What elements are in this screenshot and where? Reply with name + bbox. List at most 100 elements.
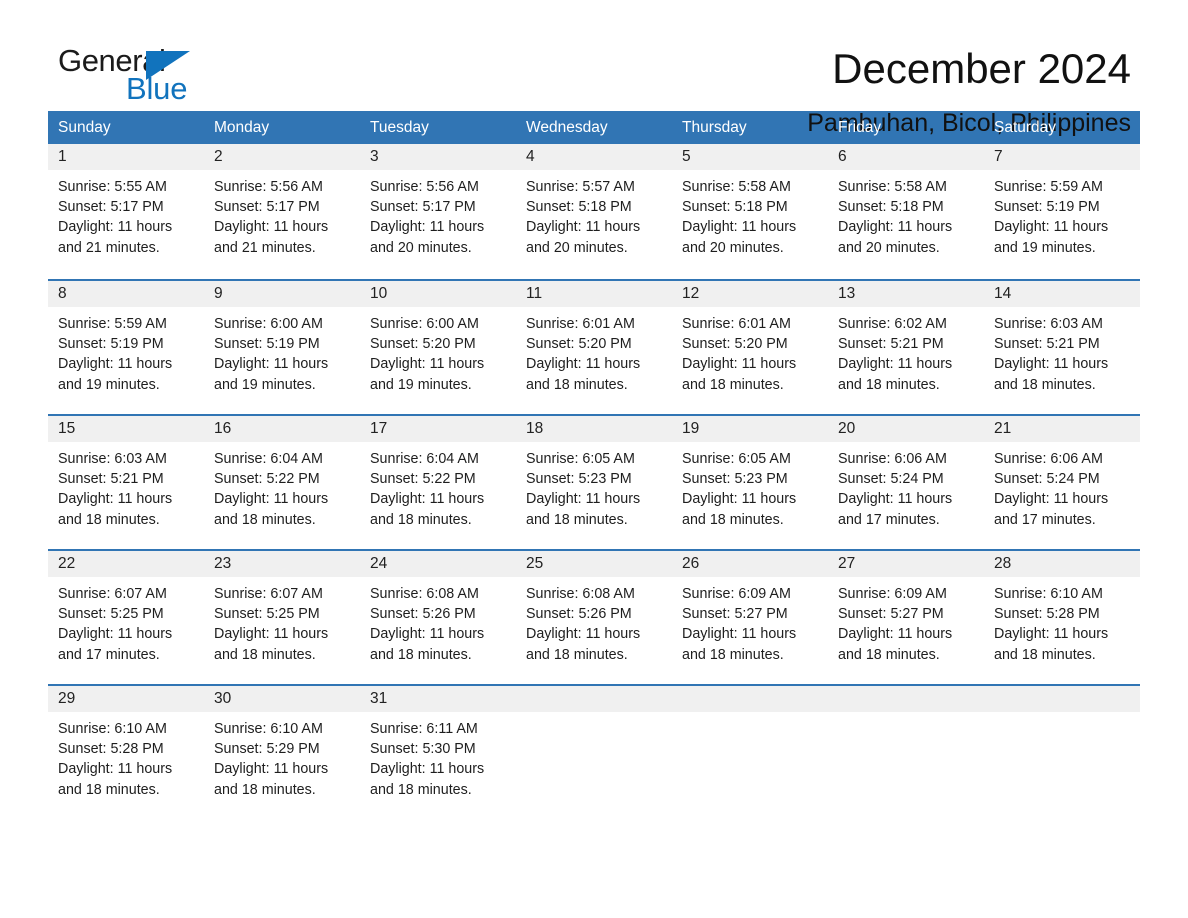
day-details: Sunrise: 6:00 AM Sunset: 5:19 PM Dayligh… — [214, 314, 350, 395]
daylight-text-line2: and 18 minutes. — [682, 646, 784, 663]
day-number: 27 — [828, 551, 984, 577]
daylight-text-line2: and 17 minutes. — [58, 646, 160, 663]
calendar-page: General Blue December 2024 Pambuhan, Bic… — [0, 0, 1188, 918]
day-cell[interactable]: 26 Sunrise: 6:09 AM Sunset: 5:27 PM Dayl… — [672, 551, 828, 684]
sunrise-text: Sunrise: 6:09 AM — [838, 586, 947, 602]
daylight-text-line2: and 21 minutes. — [58, 239, 160, 256]
sunset-text: Sunset: 5:20 PM — [682, 336, 788, 353]
day-cell[interactable]: 8 Sunrise: 5:59 AM Sunset: 5:19 PM Dayli… — [48, 281, 204, 414]
daylight-text-line1: Daylight: 11 hours — [370, 356, 485, 373]
day-number: 20 — [828, 416, 984, 442]
day-number: 3 — [360, 144, 516, 170]
day-cell[interactable]: 16 Sunrise: 6:04 AM Sunset: 5:22 PM Dayl… — [204, 416, 360, 549]
day-details: Sunrise: 5:56 AM Sunset: 5:17 PM Dayligh… — [214, 177, 350, 258]
day-cell[interactable]: 18 Sunrise: 6:05 AM Sunset: 5:23 PM Dayl… — [516, 416, 672, 549]
sunset-text: Sunset: 5:17 PM — [58, 199, 164, 216]
daylight-text-line2: and 18 minutes. — [994, 646, 1096, 663]
day-cell[interactable]: 20 Sunrise: 6:06 AM Sunset: 5:24 PM Dayl… — [828, 416, 984, 549]
day-cell[interactable]: 27 Sunrise: 6:09 AM Sunset: 5:27 PM Dayl… — [828, 551, 984, 684]
day-number: 26 — [672, 551, 828, 577]
sunrise-text: Sunrise: 6:00 AM — [214, 316, 323, 332]
sunrise-text: Sunrise: 6:05 AM — [682, 451, 791, 467]
day-details: Sunrise: 6:10 AM Sunset: 5:28 PM Dayligh… — [994, 584, 1130, 665]
daylight-text-line1: Daylight: 11 hours — [214, 626, 329, 643]
daylight-text-line1: Daylight: 11 hours — [370, 626, 485, 643]
daylight-text-line1: Daylight: 11 hours — [58, 356, 173, 373]
day-number: 1 — [48, 144, 204, 170]
page-header: General Blue December 2024 Pambuhan, Bic… — [48, 0, 1140, 138]
day-number: 10 — [360, 281, 516, 307]
day-details: Sunrise: 6:08 AM Sunset: 5:26 PM Dayligh… — [370, 584, 506, 665]
daylight-text-line2: and 18 minutes. — [214, 781, 316, 798]
day-details: Sunrise: 6:08 AM Sunset: 5:26 PM Dayligh… — [526, 584, 662, 665]
day-cell[interactable]: 9 Sunrise: 6:00 AM Sunset: 5:19 PM Dayli… — [204, 281, 360, 414]
day-details: Sunrise: 6:03 AM Sunset: 5:21 PM Dayligh… — [58, 449, 194, 530]
daylight-text-line1: Daylight: 11 hours — [526, 491, 641, 508]
day-cell[interactable]: 14 Sunrise: 6:03 AM Sunset: 5:21 PM Dayl… — [984, 281, 1140, 414]
sunset-text: Sunset: 5:19 PM — [994, 199, 1100, 216]
day-details: Sunrise: 6:10 AM Sunset: 5:29 PM Dayligh… — [214, 719, 350, 800]
day-cell[interactable]: 4 Sunrise: 5:57 AM Sunset: 5:18 PM Dayli… — [516, 144, 672, 279]
sunrise-text: Sunrise: 6:06 AM — [994, 451, 1103, 467]
weekday-header-row: Sunday Monday Tuesday Wednesday Thursday… — [48, 111, 1140, 144]
sunrise-text: Sunrise: 5:57 AM — [526, 179, 635, 195]
day-cell[interactable]: 1 Sunrise: 5:55 AM Sunset: 5:17 PM Dayli… — [48, 144, 204, 279]
day-number: 5 — [672, 144, 828, 170]
day-number: 21 — [984, 416, 1140, 442]
daylight-text-line1: Daylight: 11 hours — [994, 491, 1109, 508]
day-number: 18 — [516, 416, 672, 442]
day-cell[interactable]: 22 Sunrise: 6:07 AM Sunset: 5:25 PM Dayl… — [48, 551, 204, 684]
day-cell[interactable]: 28 Sunrise: 6:10 AM Sunset: 5:28 PM Dayl… — [984, 551, 1140, 684]
day-cell[interactable]: 3 Sunrise: 5:56 AM Sunset: 5:17 PM Dayli… — [360, 144, 516, 279]
sunset-text: Sunset: 5:20 PM — [370, 336, 476, 353]
day-cell[interactable]: 25 Sunrise: 6:08 AM Sunset: 5:26 PM Dayl… — [516, 551, 672, 684]
daylight-text-line1: Daylight: 11 hours — [370, 761, 485, 778]
day-cell[interactable]: 13 Sunrise: 6:02 AM Sunset: 5:21 PM Dayl… — [828, 281, 984, 414]
daylight-text-line1: Daylight: 11 hours — [214, 491, 329, 508]
day-cell[interactable]: 15 Sunrise: 6:03 AM Sunset: 5:21 PM Dayl… — [48, 416, 204, 549]
day-cell[interactable]: 24 Sunrise: 6:08 AM Sunset: 5:26 PM Dayl… — [360, 551, 516, 684]
day-cell-empty — [984, 686, 1140, 812]
daylight-text-line2: and 19 minutes. — [994, 239, 1096, 256]
day-details: Sunrise: 5:55 AM Sunset: 5:17 PM Dayligh… — [58, 177, 194, 258]
day-number — [672, 686, 828, 712]
sunrise-text: Sunrise: 6:04 AM — [214, 451, 323, 467]
weekday-header-monday: Monday — [214, 119, 270, 136]
sunset-text: Sunset: 5:29 PM — [214, 741, 320, 758]
day-cell[interactable]: 12 Sunrise: 6:01 AM Sunset: 5:20 PM Dayl… — [672, 281, 828, 414]
daylight-text-line1: Daylight: 11 hours — [526, 626, 641, 643]
day-cell[interactable]: 23 Sunrise: 6:07 AM Sunset: 5:25 PM Dayl… — [204, 551, 360, 684]
day-number: 4 — [516, 144, 672, 170]
week-row: 8 Sunrise: 5:59 AM Sunset: 5:19 PM Dayli… — [48, 279, 1140, 414]
day-details: Sunrise: 6:05 AM Sunset: 5:23 PM Dayligh… — [526, 449, 662, 530]
day-number: 8 — [48, 281, 204, 307]
daylight-text-line2: and 20 minutes. — [526, 239, 628, 256]
day-details: Sunrise: 6:10 AM Sunset: 5:28 PM Dayligh… — [58, 719, 194, 800]
day-cell[interactable]: 17 Sunrise: 6:04 AM Sunset: 5:22 PM Dayl… — [360, 416, 516, 549]
sunset-text: Sunset: 5:18 PM — [838, 199, 944, 216]
daylight-text-line2: and 18 minutes. — [526, 646, 628, 663]
day-details: Sunrise: 6:11 AM Sunset: 5:30 PM Dayligh… — [370, 719, 506, 800]
day-cell[interactable]: 5 Sunrise: 5:58 AM Sunset: 5:18 PM Dayli… — [672, 144, 828, 279]
day-number: 24 — [360, 551, 516, 577]
day-number: 29 — [48, 686, 204, 712]
day-cell[interactable]: 10 Sunrise: 6:00 AM Sunset: 5:20 PM Dayl… — [360, 281, 516, 414]
day-cell[interactable]: 31 Sunrise: 6:11 AM Sunset: 5:30 PM Dayl… — [360, 686, 516, 812]
day-cell[interactable]: 7 Sunrise: 5:59 AM Sunset: 5:19 PM Dayli… — [984, 144, 1140, 279]
day-cell[interactable]: 21 Sunrise: 6:06 AM Sunset: 5:24 PM Dayl… — [984, 416, 1140, 549]
day-cell[interactable]: 30 Sunrise: 6:10 AM Sunset: 5:29 PM Dayl… — [204, 686, 360, 812]
day-cell[interactable]: 6 Sunrise: 5:58 AM Sunset: 5:18 PM Dayli… — [828, 144, 984, 279]
daylight-text-line2: and 18 minutes. — [682, 511, 784, 528]
day-cell[interactable]: 11 Sunrise: 6:01 AM Sunset: 5:20 PM Dayl… — [516, 281, 672, 414]
day-cell[interactable]: 2 Sunrise: 5:56 AM Sunset: 5:17 PM Dayli… — [204, 144, 360, 279]
sunrise-text: Sunrise: 5:58 AM — [682, 179, 791, 195]
day-cell[interactable]: 19 Sunrise: 6:05 AM Sunset: 5:23 PM Dayl… — [672, 416, 828, 549]
day-number: 17 — [360, 416, 516, 442]
weekday-header-thursday: Thursday — [682, 119, 747, 136]
logo-text-blue: Blue — [126, 71, 188, 106]
sunset-text: Sunset: 5:30 PM — [370, 741, 476, 758]
day-cell[interactable]: 29 Sunrise: 6:10 AM Sunset: 5:28 PM Dayl… — [48, 686, 204, 812]
day-details: Sunrise: 5:57 AM Sunset: 5:18 PM Dayligh… — [526, 177, 662, 258]
daylight-text-line2: and 18 minutes. — [994, 376, 1096, 393]
daylight-text-line1: Daylight: 11 hours — [838, 219, 953, 236]
